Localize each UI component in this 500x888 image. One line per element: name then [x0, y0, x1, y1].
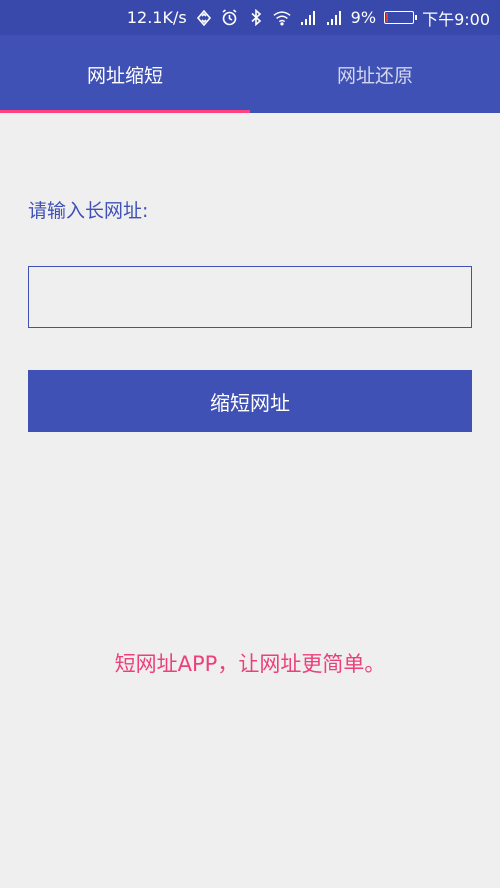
battery-icon [384, 11, 418, 24]
data-sync-icon [195, 9, 213, 27]
tab-label: 网址还原 [336, 64, 413, 87]
tab-label: 网址缩短 [86, 64, 163, 87]
tab-restore-url[interactable]: 网址还原 [250, 35, 500, 113]
battery-percent: 9% [350, 8, 377, 27]
network-speed: 12.1K/s [126, 8, 187, 27]
signal-icon [325, 9, 343, 27]
clock: 下午9:00 [422, 9, 490, 29]
bluetooth-icon [247, 9, 265, 27]
status-bar: 12.1K/s 9% 下午9:00 [0, 0, 500, 35]
battery-level [386, 13, 389, 22]
wifi-icon [273, 9, 291, 27]
long-url-input[interactable] [28, 266, 472, 328]
signal-icon [299, 9, 317, 27]
app-slogan: 短网址APP，让网址更简单。 [114, 652, 386, 676]
shorten-form: 请输入长网址: 缩短网址 [28, 113, 472, 432]
shorten-button[interactable]: 缩短网址 [28, 370, 472, 432]
tab-shorten-url[interactable]: 网址缩短 [0, 35, 250, 113]
tab-bar: 网址缩短 网址还原 [0, 35, 500, 113]
alarm-icon [221, 9, 239, 27]
long-url-label: 请输入长网址: [28, 200, 149, 222]
